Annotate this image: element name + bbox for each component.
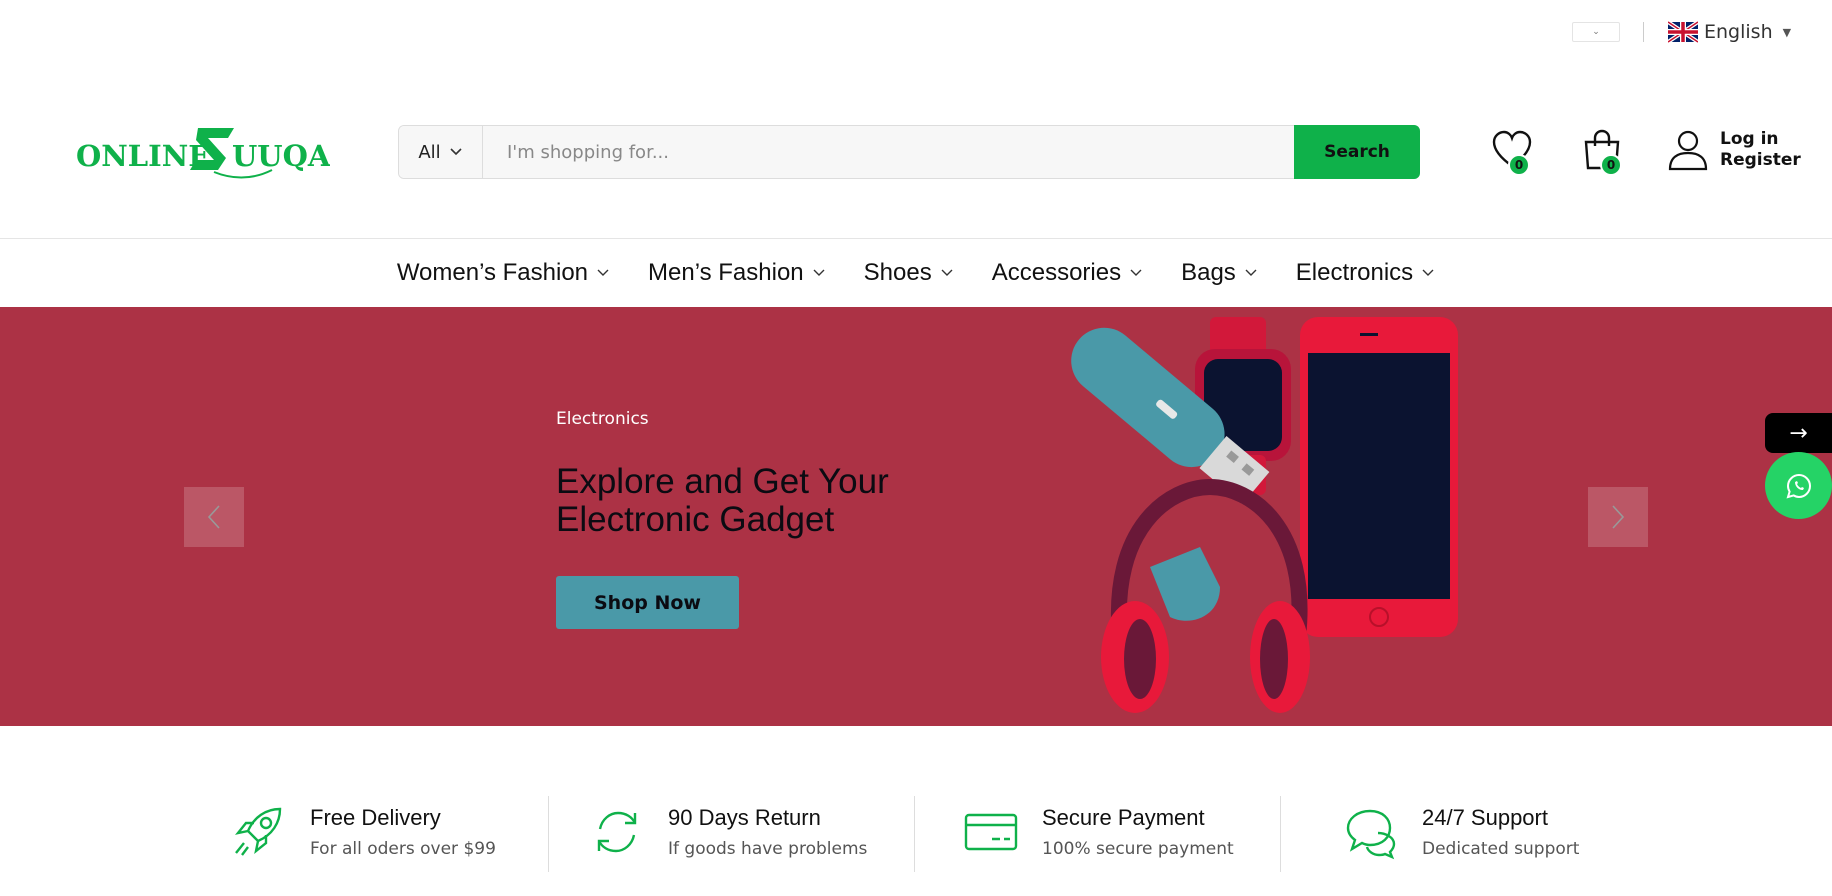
hero-headline: Explore and Get Your Electronic Gadget: [556, 462, 889, 539]
wishlist-count-badge: 0: [1508, 154, 1530, 176]
top-bar: ⌄ English ▼: [0, 0, 1832, 64]
feature-title: 24/7 Support: [1422, 805, 1548, 830]
divider: [1280, 796, 1281, 872]
feature-secure-payment: Secure Payment 100% secure payment: [962, 792, 1234, 872]
feature-subtitle: 100% secure payment: [1042, 839, 1234, 859]
nav-item-womens-fashion[interactable]: Women’s Fashion: [397, 259, 610, 287]
credit-card-icon: [964, 813, 1018, 851]
register-link[interactable]: Register: [1720, 150, 1801, 171]
nav-item-mens-fashion[interactable]: Men’s Fashion: [648, 259, 826, 287]
whatsapp-icon: [1786, 473, 1811, 498]
feature-title: 90 Days Return: [668, 805, 821, 830]
feature-support: 24/7 Support Dedicated support: [1342, 792, 1579, 872]
login-link[interactable]: Log in: [1720, 129, 1801, 150]
rocket-icon: [235, 807, 282, 856]
language-selector[interactable]: English ▼: [1668, 18, 1791, 46]
feature-free-delivery: Free Delivery For all oders over $99: [230, 792, 496, 872]
chevron-down-icon: ⌄: [1592, 27, 1600, 37]
caret-down-icon: ▼: [1782, 25, 1792, 39]
cart-count-badge: 0: [1600, 154, 1622, 176]
nav-item-bags[interactable]: Bags: [1181, 259, 1258, 287]
arrow-right-icon: →: [1789, 420, 1808, 446]
user-icon: [1668, 130, 1708, 171]
features-bar: Free Delivery For all oders over $99 90 …: [0, 792, 1832, 872]
search-button[interactable]: Search: [1294, 125, 1420, 179]
feature-title: Free Delivery: [310, 805, 441, 830]
divider: [548, 796, 549, 872]
chevron-down-icon: [1422, 269, 1434, 276]
cart-button[interactable]: 0: [1580, 128, 1624, 176]
chevron-right-icon: [1612, 505, 1625, 529]
nav-item-accessories[interactable]: Accessories: [992, 259, 1143, 287]
wishlist-button[interactable]: 0: [1490, 128, 1534, 176]
chat-bubbles-icon: [1346, 809, 1396, 860]
whatsapp-button[interactable]: [1765, 452, 1832, 519]
language-label: English: [1704, 21, 1773, 43]
chevron-down-icon: [941, 269, 953, 276]
account-area: Log in Register: [1668, 128, 1801, 172]
nav-item-label: Accessories: [991, 259, 1122, 286]
floating-arrow-button[interactable]: →: [1765, 413, 1832, 453]
nav-item-label: Men’s Fashion: [648, 259, 804, 286]
nav-item-electronics[interactable]: Electronics: [1296, 259, 1435, 287]
nav-item-shoes[interactable]: Shoes: [864, 259, 954, 287]
hero-eyebrow: Electronics: [556, 409, 649, 429]
site-logo[interactable]: ONLINE UUQA: [74, 122, 331, 182]
chevron-down-icon: [450, 148, 462, 156]
search-category-label: All: [418, 141, 441, 163]
refresh-icon: [597, 811, 637, 853]
slider-next-button[interactable]: [1588, 487, 1648, 547]
main-nav: Women’s Fashion Men’s Fashion Shoes Acce…: [0, 238, 1832, 307]
chevron-down-icon: [1245, 269, 1257, 276]
search-input[interactable]: [483, 126, 1294, 178]
hero-gadgets-image: [1071, 317, 1458, 713]
chevron-down-icon: [597, 269, 609, 276]
slider-prev-button[interactable]: [184, 487, 244, 547]
chevron-left-icon: [207, 505, 220, 529]
feature-subtitle: Dedicated support: [1422, 839, 1580, 859]
divider: [1643, 22, 1644, 42]
logo-text-right: UUQA: [232, 139, 330, 173]
feature-subtitle: If goods have problems: [668, 839, 868, 859]
search-category-select[interactable]: All: [399, 126, 483, 178]
feature-subtitle: For all oders over $99: [310, 839, 496, 859]
currency-select[interactable]: ⌄: [1572, 22, 1620, 42]
feature-title: Secure Payment: [1042, 805, 1205, 830]
chevron-down-icon: [813, 269, 825, 276]
hero-slider: Electronics Explore and Get Your Electro…: [0, 307, 1832, 726]
search-bar: All Search: [398, 125, 1420, 179]
nav-item-label: Bags: [1181, 259, 1236, 286]
chevron-down-icon: [1130, 269, 1142, 276]
divider: [914, 796, 915, 872]
nav-item-label: Electronics: [1295, 259, 1414, 286]
logo-text-left: ONLINE: [76, 139, 210, 173]
uk-flag-icon: [1668, 21, 1698, 43]
nav-item-label: Shoes: [863, 259, 932, 286]
feature-returns: 90 Days Return If goods have problems: [588, 792, 867, 872]
nav-item-label: Women’s Fashion: [396, 259, 589, 286]
shop-now-button[interactable]: Shop Now: [556, 576, 739, 629]
